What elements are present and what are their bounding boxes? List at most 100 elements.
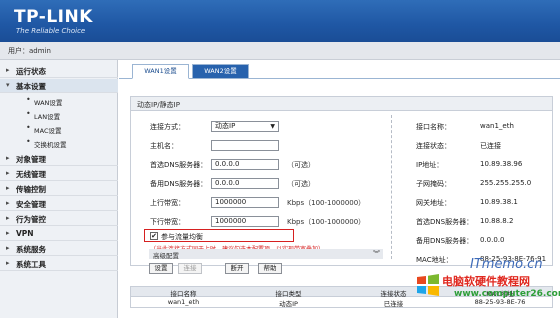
connect-button[interactable]: 连接: [178, 263, 202, 274]
user-bar: 用户：admin: [0, 42, 560, 60]
sidebar-item-basic-settings[interactable]: ▾ 基本设置: [0, 79, 118, 93]
info-label: 连接状态：: [416, 142, 451, 150]
panel-title: 动态IP/静态IP: [137, 101, 180, 109]
sidebar-item-behavior[interactable]: ▸ 行为管控: [0, 212, 118, 226]
table-cell: wan1_eth: [167, 298, 200, 306]
upload-bandwidth-hint: Kbps（100-1000000）: [287, 199, 366, 207]
download-bandwidth-input[interactable]: 1000000: [211, 216, 279, 227]
tab-wan1[interactable]: WAN1设置: [132, 64, 189, 79]
bullet-icon: •: [26, 123, 31, 132]
logo-tagline: The Reliable Choice: [16, 27, 86, 35]
arrow-right-icon: ▸: [6, 214, 10, 222]
info-value: 10.88.8.2: [480, 217, 514, 225]
dns1-hint: （可选）: [287, 161, 315, 169]
info-label: 接口名称：: [416, 123, 451, 131]
dns2-input[interactable]: 0.0.0.0: [211, 178, 279, 189]
sidebar-item-transfer[interactable]: ▸ 传输控制: [0, 182, 118, 196]
connection-type-select[interactable]: 动态IP ▼: [211, 121, 279, 132]
sidebar-item-label: 传输控制: [16, 185, 46, 194]
watermark-url: www.computer26.com: [454, 289, 560, 299]
bullet-icon: •: [26, 109, 31, 118]
logo: TP-LINK: [14, 7, 93, 27]
sidebar-item-label: 安全管理: [16, 200, 46, 209]
info-value: 255.255.255.0: [480, 179, 532, 187]
info-value: 10.89.38.96: [480, 160, 523, 168]
sidebar-item-label: VPN: [16, 229, 34, 238]
tab-wan2[interactable]: WAN2设置: [192, 64, 249, 79]
sidebar-subitem-label: 交换机设置: [34, 141, 67, 149]
sidebar-item-status[interactable]: ▸ 运行状态: [0, 64, 118, 78]
dns1-input[interactable]: 0.0.0.0: [211, 159, 279, 170]
bullet-icon: •: [26, 95, 31, 104]
advanced-settings-label: 高级配置: [153, 252, 179, 260]
sidebar-item-tools[interactable]: ▸ 系统工具: [0, 257, 118, 271]
set-button[interactable]: 设置: [149, 263, 173, 274]
info-label: 网关地址：: [416, 199, 451, 207]
user-label: 用户：admin: [8, 47, 51, 55]
info-label: 子网掩码：: [416, 180, 451, 188]
dns1-label: 首选DNS服务器：: [150, 161, 208, 169]
download-bandwidth-hint: Kbps（100-1000000）: [287, 218, 366, 226]
table-cell: 动态IP: [279, 300, 298, 308]
sidebar-item-label: 运行状态: [16, 67, 46, 76]
sidebar-subitem-switch[interactable]: • 交换机设置: [0, 136, 118, 149]
bullet-icon: •: [26, 137, 31, 146]
sidebar-item-vpn[interactable]: ▸ VPN: [0, 227, 118, 241]
dns2-hint: （可选）: [287, 180, 315, 188]
arrow-right-icon: ▸: [6, 259, 10, 267]
advanced-settings-toggle[interactable]: 高级配置 ︾: [149, 249, 383, 260]
arrow-down-icon: ▾: [6, 81, 10, 89]
info-label: 首选DNS服务器：: [416, 218, 474, 226]
sidebar-item-objects[interactable]: ▸ 对象管理: [0, 152, 118, 166]
upload-bandwidth-input[interactable]: 1000000: [211, 197, 279, 208]
watermark-title: 电脑软硬件教程网: [442, 275, 530, 288]
arrow-right-icon: ▸: [6, 199, 10, 207]
sidebar-item-wireless[interactable]: ▸ 无线管理: [0, 167, 118, 181]
help-button[interactable]: 帮助: [258, 263, 282, 274]
load-balance-label: 参与流量均衡: [161, 233, 203, 241]
double-chevron-down-icon: ︾: [373, 250, 380, 258]
dropdown-caret-icon: ▼: [270, 123, 275, 130]
load-balance-highlight: ✔ 参与流量均衡: [144, 229, 294, 242]
arrow-right-icon: ▸: [6, 169, 10, 177]
arrow-right-icon: ▸: [6, 154, 10, 162]
sidebar-subitem-label: MAC设置: [34, 127, 62, 135]
windows-logo-icon: [417, 274, 439, 296]
panel-divider: [391, 115, 392, 259]
sidebar-item-label: 系统服务: [16, 245, 46, 254]
dns2-label: 备用DNS服务器：: [150, 180, 208, 188]
disconnect-button[interactable]: 断开: [225, 263, 249, 274]
upload-bandwidth-label: 上行带宽：: [150, 199, 185, 207]
sidebar-item-label: 无线管理: [16, 170, 46, 179]
download-bandwidth-label: 下行带宽：: [150, 218, 185, 226]
sidebar-item-label: 行为管控: [16, 215, 46, 224]
sidebar-subitem-wan[interactable]: • WAN设置: [0, 94, 118, 107]
info-label: 备用DNS服务器：: [416, 237, 474, 245]
sidebar-item-security[interactable]: ▸ 安全管理: [0, 197, 118, 211]
watermark-brand: ITmemo.cn: [470, 257, 543, 272]
arrow-right-icon: ▸: [6, 244, 10, 252]
sidebar-item-label: 基本设置: [16, 82, 46, 91]
arrow-right-icon: ▸: [6, 66, 10, 74]
load-balance-checkbox[interactable]: ✔: [150, 232, 158, 240]
watermark: ITmemo.cn 电脑软硬件教程网 www.computer26.com: [408, 255, 560, 318]
header-bar: TP-LINK The Reliable Choice: [0, 0, 560, 42]
wan-settings-panel: 动态IP/静态IP 连接方式： 动态IP ▼ 主机名： 首选DNS服务器： 0.…: [130, 96, 553, 266]
info-label: IP地址：: [416, 161, 444, 169]
hostname-label: 主机名：: [150, 142, 178, 150]
sidebar-subitem-label: LAN设置: [34, 113, 61, 121]
info-value: 0.0.0.0: [480, 236, 505, 244]
info-value: 已连接: [480, 142, 501, 150]
sidebar-item-services[interactable]: ▸ 系统服务: [0, 242, 118, 256]
sidebar-subitem-lan[interactable]: • LAN设置: [0, 108, 118, 121]
arrow-right-icon: ▸: [6, 184, 10, 192]
sidebar-item-label: 系统工具: [16, 260, 46, 269]
hostname-input[interactable]: [211, 140, 279, 151]
arrow-right-icon: ▸: [6, 229, 10, 237]
info-value: 10.89.38.1: [480, 198, 518, 206]
sidebar-item-label: 对象管理: [16, 155, 46, 164]
info-value: wan1_eth: [480, 122, 514, 130]
sidebar-subitem-mac[interactable]: • MAC设置: [0, 122, 118, 135]
sidebar-subitem-label: WAN设置: [34, 99, 63, 107]
sidebar: ▸ 运行状态 ▾ 基本设置 • WAN设置 • LAN设置 • MAC设置 • …: [0, 60, 118, 318]
